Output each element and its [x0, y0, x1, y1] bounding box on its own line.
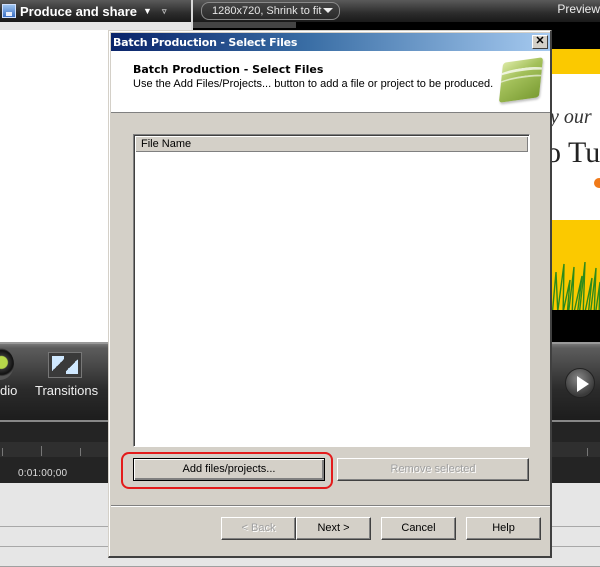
screen: Produce and share ▼ ▿ 1280x720, Shrink t…: [0, 0, 600, 567]
canvas-size-dropdown[interactable]: 1280x720, Shrink to fit: [201, 2, 340, 20]
camtasia-logo-icon: [498, 57, 544, 103]
audio-icon[interactable]: [0, 348, 14, 380]
wizard-step-title: Batch Production - Select Files: [133, 63, 324, 76]
preview-canvas[interactable]: y our o Tu: [552, 22, 600, 342]
overflow-chevron-icon[interactable]: ▿: [162, 6, 167, 17]
produce-and-share-label: Produce and share: [20, 3, 138, 19]
column-header-file-name[interactable]: File Name: [136, 137, 528, 152]
next-button[interactable]: Next >: [296, 517, 371, 540]
ruler-tick: [80, 448, 81, 456]
tool-audio-label[interactable]: dio: [0, 383, 17, 398]
top-bar: Produce and share ▼ ▿ 1280x720, Shrink t…: [0, 0, 600, 30]
tool-transitions-label[interactable]: Transitions: [35, 383, 98, 398]
chevron-down-icon: ▼: [143, 6, 152, 16]
preview-menu[interactable]: Preview: [557, 2, 600, 16]
close-icon[interactable]: ✕: [532, 35, 548, 49]
back-button[interactable]: < Back: [221, 517, 296, 540]
wizard-header: Batch Production - Select Files Use the …: [111, 51, 550, 113]
dropdown-arrow-icon: [323, 8, 333, 13]
produce-and-share-menu[interactable]: Produce and share ▼ ▿: [0, 0, 167, 22]
timecode-label: 0:01:00;00: [18, 468, 68, 479]
dialog-titlebar[interactable]: Batch Production - Select Files ✕: [111, 33, 550, 51]
transitions-icon[interactable]: [48, 352, 82, 378]
ruler-tick: [587, 448, 588, 456]
help-button[interactable]: Help: [466, 517, 541, 540]
preview-text-line2: o Tu: [552, 136, 600, 169]
preview-subbar: [193, 22, 600, 30]
save-disk-icon: [2, 4, 16, 18]
cancel-button[interactable]: Cancel: [381, 517, 456, 540]
canvas-size-value: 1280x720, Shrink to fit: [212, 5, 322, 17]
wizard-step-description: Use the Add Files/Projects... button to …: [133, 78, 494, 90]
dialog-title: Batch Production - Select Files: [113, 35, 298, 49]
file-list[interactable]: File Name: [133, 134, 530, 447]
play-icon[interactable]: [565, 368, 595, 398]
remove-selected-button[interactable]: Remove selected: [337, 458, 529, 481]
ruler-tick: [2, 448, 3, 456]
batch-production-dialog: Batch Production - Select Files ✕ Batch …: [108, 30, 552, 558]
divider: [111, 505, 550, 507]
ball-graphic: [594, 178, 600, 188]
clip-bin-panel: [0, 30, 108, 342]
preview-text-line1: y our: [552, 106, 592, 128]
grass-graphic: [552, 262, 600, 317]
add-files-projects-button[interactable]: Add files/projects...: [133, 458, 325, 481]
ruler-tick: [41, 446, 42, 456]
